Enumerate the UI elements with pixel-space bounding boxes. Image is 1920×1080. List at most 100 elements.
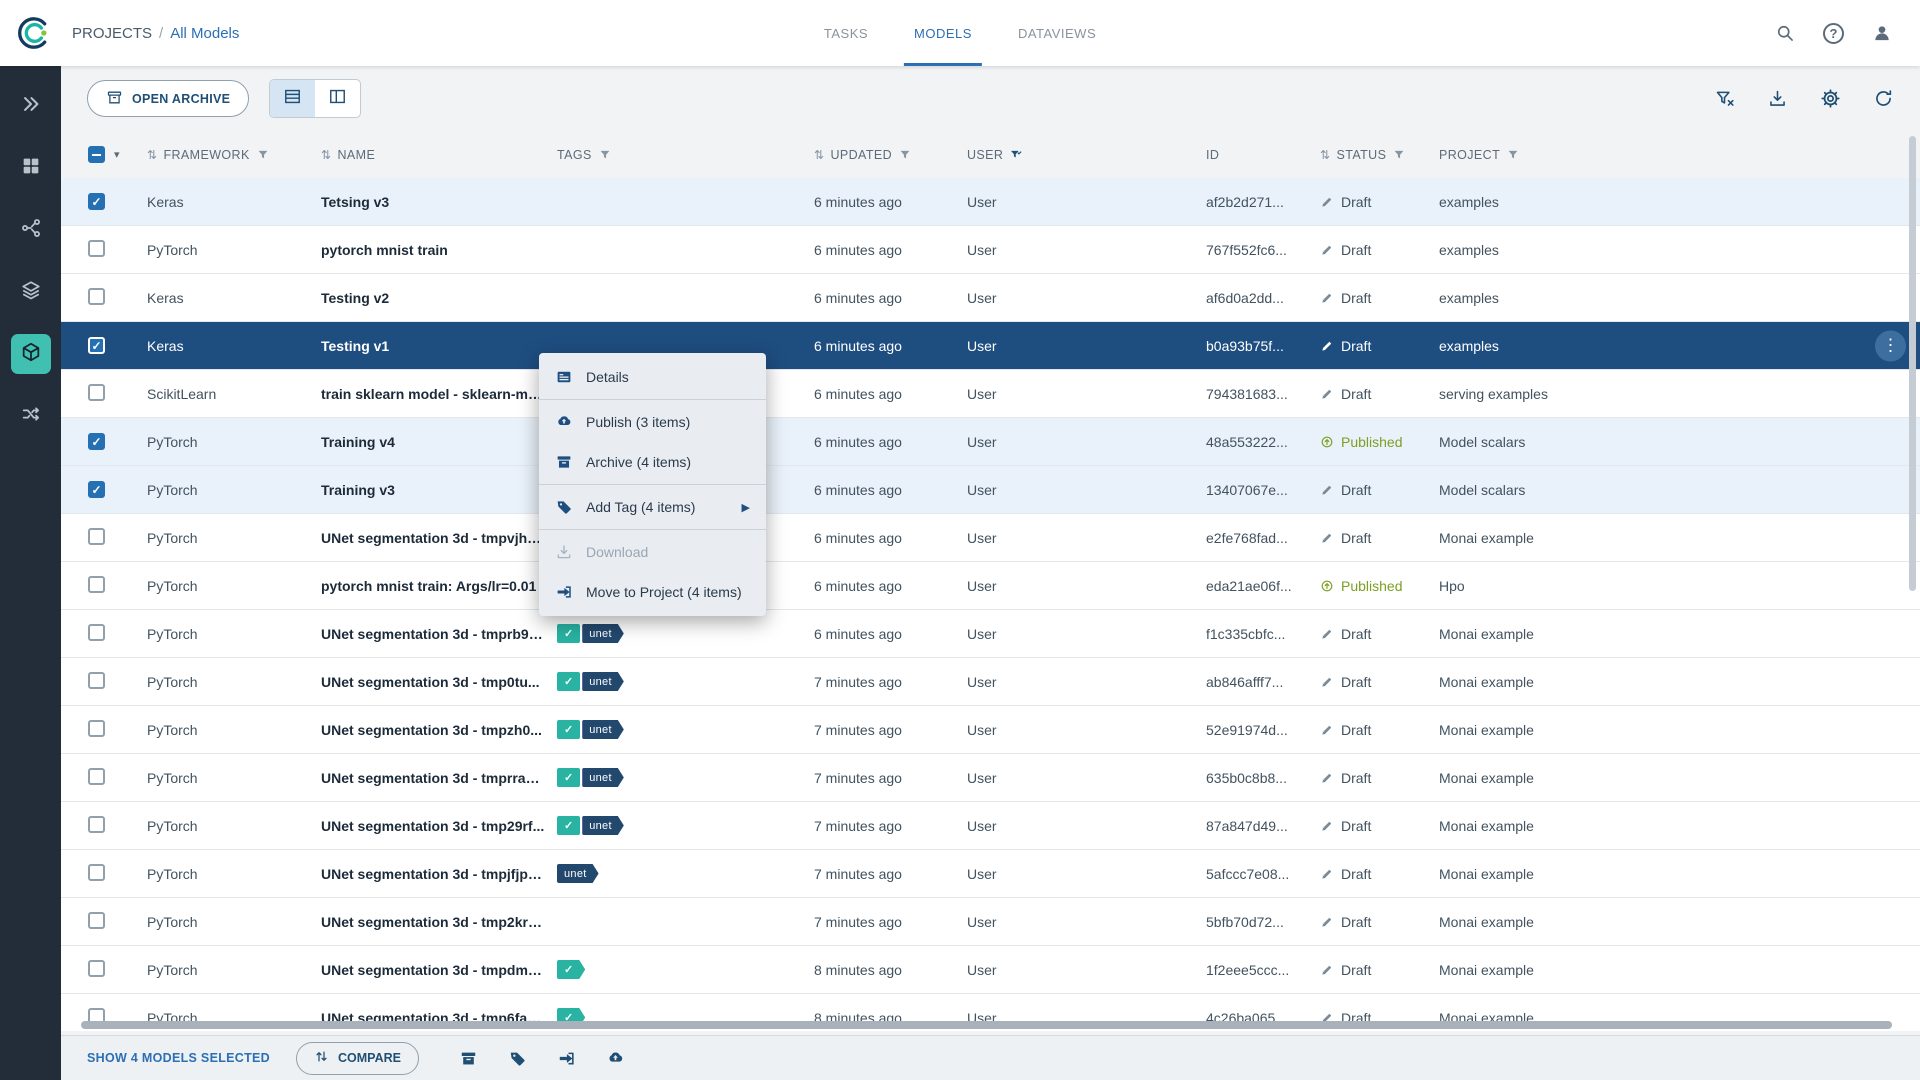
table-row[interactable]: PyTorch UNet segmentation 3d - tmprb9d...… xyxy=(61,610,1920,658)
vertical-scrollbar[interactable] xyxy=(1909,136,1916,591)
menu-item-archive-4-items[interactable]: Archive (4 items) xyxy=(539,442,766,482)
breadcrumb-projects[interactable]: PROJECTS xyxy=(72,25,152,42)
menu-item-add-tag-4-items[interactable]: Add Tag (4 items) ▶ xyxy=(539,487,766,527)
row-checkbox[interactable] xyxy=(88,911,105,929)
sort-icon[interactable]: ⇅ xyxy=(321,148,331,162)
menu-item-move-to-project-4-items[interactable]: Move to Project (4 items) xyxy=(539,572,766,612)
table-row[interactable]: PyTorch pytorch mnist train: Args/lr=0.01… xyxy=(61,562,1920,610)
sidebar-item-workers-queues[interactable] xyxy=(11,396,51,436)
footer-publish-button[interactable] xyxy=(606,1049,625,1068)
sidebar-item-dashboard[interactable] xyxy=(11,148,51,188)
open-archive-button[interactable]: OPEN ARCHIVE xyxy=(87,80,250,117)
row-checkbox[interactable] xyxy=(88,767,105,785)
row-checkbox[interactable] xyxy=(88,575,105,593)
table-row[interactable]: Keras Testing v2 6 minutes ago User af6d0a2d… xyxy=(61,274,1920,322)
funnel-icon[interactable] xyxy=(1506,148,1520,162)
row-checkbox[interactable] xyxy=(88,383,105,401)
tab-models[interactable]: MODELS xyxy=(904,0,982,66)
tab-dataviews[interactable]: DATAVIEWS xyxy=(1018,0,1096,66)
auto-refresh-icon[interactable] xyxy=(1873,88,1894,109)
menu-item-publish-3-items[interactable]: Publish (3 items) xyxy=(539,402,766,442)
breadcrumb-current[interactable]: All Models xyxy=(170,25,239,42)
row-checkbox[interactable] xyxy=(88,481,105,499)
funnel-active-icon[interactable] xyxy=(1009,148,1023,162)
help-icon[interactable]: ? xyxy=(1823,22,1844,44)
column-header-status[interactable]: ⇅ STATUS xyxy=(1320,148,1439,162)
column-header-tags[interactable]: TAGS xyxy=(557,148,814,162)
table-row[interactable]: PyTorch UNet segmentation 3d - tmp0tu... ✓… xyxy=(61,658,1920,706)
table-row[interactable]: PyTorch UNet segmentation 3d - tmpjfjpv..… xyxy=(61,850,1920,898)
row-checkbox[interactable] xyxy=(88,337,105,355)
status-label: Draft xyxy=(1341,289,1372,306)
archive-icon xyxy=(106,89,123,109)
table-row[interactable]: Keras Testing v1 6 minutes ago User b0a93b75… xyxy=(61,322,1920,370)
sidebar-item-getting-started[interactable] xyxy=(11,86,51,126)
column-header-name[interactable]: ⇅ NAME xyxy=(321,148,557,162)
row-checkbox[interactable] xyxy=(88,623,105,641)
table-row[interactable]: PyTorch UNet segmentation 3d - tmprrae...… xyxy=(61,754,1920,802)
table-view-icon xyxy=(283,87,302,111)
column-header-framework[interactable]: ⇅ FRAMEWORK xyxy=(147,148,321,162)
footer-add-tag-button[interactable] xyxy=(508,1049,527,1068)
tab-tasks[interactable]: TASKS xyxy=(824,0,868,66)
split-view-button[interactable] xyxy=(315,80,360,117)
row-checkbox[interactable] xyxy=(88,527,105,545)
download-table-icon[interactable] xyxy=(1767,88,1788,109)
row-checkbox[interactable] xyxy=(88,719,105,737)
table-row[interactable]: Keras Tetsing v3 6 minutes ago User af2b2d27… xyxy=(61,178,1920,226)
table-row[interactable]: PyTorch UNet segmentation 3d - tmpzh0... ✓… xyxy=(61,706,1920,754)
table-row[interactable]: ScikitLearn train sklearn model - sklearn… xyxy=(61,370,1920,418)
caret-down-icon[interactable]: ▾ xyxy=(114,148,120,161)
sort-icon[interactable]: ⇅ xyxy=(814,148,824,162)
row-checkbox[interactable] xyxy=(88,433,105,451)
cell-id: 767f552fc6... xyxy=(1206,241,1287,258)
column-header-updated[interactable]: ⇅ UPDATED xyxy=(814,148,967,162)
table-row[interactable]: PyTorch Training v3 6 minutes ago User 13407… xyxy=(61,466,1920,514)
footer-move-to-project-button[interactable] xyxy=(557,1049,576,1068)
row-checkbox[interactable] xyxy=(88,671,105,689)
user-avatar[interactable] xyxy=(1872,23,1892,43)
column-header-project[interactable]: PROJECT xyxy=(1439,148,1920,162)
row-checkbox[interactable] xyxy=(88,239,105,257)
funnel-icon[interactable] xyxy=(598,148,612,162)
cell-updated: 7 minutes ago xyxy=(814,769,902,786)
search-icon[interactable] xyxy=(1775,23,1795,43)
row-checkbox[interactable] xyxy=(88,863,105,881)
sort-icon[interactable]: ⇅ xyxy=(1320,148,1330,162)
funnel-icon[interactable] xyxy=(898,148,912,162)
cell-status: Draft xyxy=(1320,194,1439,210)
row-menu-button[interactable]: ⋮ xyxy=(1875,330,1906,361)
compare-button[interactable]: COMPARE xyxy=(296,1041,419,1075)
column-header-checkbox[interactable]: ▾ xyxy=(88,146,147,163)
row-checkbox[interactable] xyxy=(88,193,105,211)
table-row[interactable]: PyTorch UNet segmentation 3d - tmp2kr0...… xyxy=(61,898,1920,946)
select-all-checkbox[interactable] xyxy=(88,146,105,163)
horizontal-scrollbar[interactable] xyxy=(81,1021,1892,1029)
column-header-user[interactable]: USER xyxy=(967,148,1206,162)
sidebar-item-datasets[interactable] xyxy=(11,272,51,312)
column-header-id[interactable]: ID xyxy=(1206,148,1320,162)
table-row[interactable]: PyTorch UNet segmentation 3d - tmpdm4... ✓… xyxy=(61,946,1920,994)
table-row[interactable]: PyTorch UNet segmentation 3d - tmp29rf...… xyxy=(61,802,1920,850)
row-checkbox[interactable] xyxy=(88,959,105,977)
table-row[interactable]: PyTorch Training v4 6 minutes ago User 48a55… xyxy=(61,418,1920,466)
open-archive-label: OPEN ARCHIVE xyxy=(132,91,231,106)
cell-name: UNet segmentation 3d - tmprb9d... xyxy=(321,625,549,642)
table-view-button[interactable] xyxy=(270,80,316,117)
row-checkbox[interactable] xyxy=(88,815,105,833)
funnel-icon[interactable] xyxy=(1392,148,1406,162)
menu-item-details[interactable]: Details xyxy=(539,357,766,397)
settings-icon[interactable] xyxy=(1820,88,1841,109)
table-row[interactable]: PyTorch pytorch mnist train 6 minutes ago U… xyxy=(61,226,1920,274)
row-checkbox[interactable] xyxy=(88,287,105,305)
footer-archive-button[interactable] xyxy=(459,1049,478,1068)
filter-reset-icon[interactable] xyxy=(1714,88,1735,109)
sidebar-item-pipelines[interactable] xyxy=(11,210,51,250)
sidebar-item-models[interactable] xyxy=(10,334,51,374)
cell-project: Monai example xyxy=(1439,625,1534,642)
show-selected-button[interactable]: SHOW 4 MODELS SELECTED xyxy=(87,1051,270,1065)
sort-icon[interactable]: ⇅ xyxy=(147,148,157,162)
clearml-logo[interactable] xyxy=(0,13,66,53)
funnel-icon[interactable] xyxy=(256,148,270,162)
table-row[interactable]: PyTorch UNet segmentation 3d - tmpvjhyl..… xyxy=(61,514,1920,562)
